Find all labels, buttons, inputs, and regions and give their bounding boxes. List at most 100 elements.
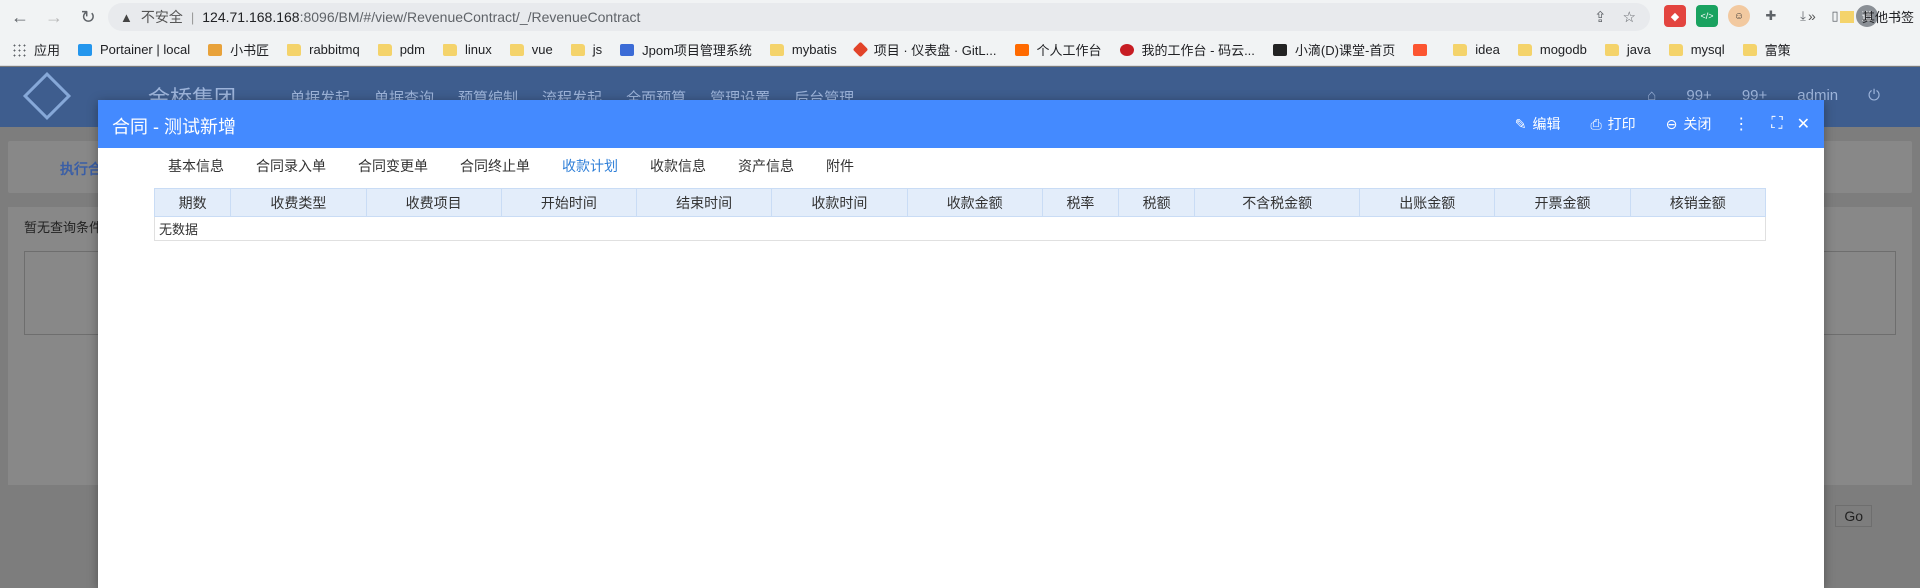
column-header[interactable]: 收费类型 — [230, 188, 367, 217]
browser-toolbar: ← → ↻ ▲ 不安全 | 124.71.168.168:8096/BM/#/v… — [0, 0, 1920, 34]
modal-header: 合同 - 测试新增 ✎ 编辑 ⎙ 打印 ⊖ 关闭 ⋮ ⛶ ✕ — [98, 100, 1824, 148]
url-text: 124.71.168.168:8096/BM/#/view/RevenueCon… — [202, 9, 640, 25]
bookmark-item[interactable]: js — [570, 42, 602, 57]
extension-code-icon[interactable]: </> — [1696, 5, 1718, 27]
empty-query-text: 暂无查询条件 — [24, 220, 103, 235]
bookmark-item[interactable]: Jpom项目管理系统 — [620, 40, 752, 59]
bookmark-item[interactable]: 我的工作台 - 码云... — [1119, 40, 1255, 59]
folder-icon — [1453, 43, 1468, 56]
bookmark-item[interactable]: mysql — [1668, 42, 1725, 57]
bookmark-label: 富策 — [1764, 43, 1791, 58]
bookmark-label: 个人工作台 — [1036, 43, 1102, 58]
url-host: 124.71.168.168 — [202, 9, 300, 25]
book-icon — [208, 43, 223, 56]
column-header[interactable]: 核销金额 — [1629, 188, 1767, 217]
bookmark-item[interactable]: mybatis — [769, 42, 837, 57]
tab-4[interactable]: 收款计划 — [562, 156, 618, 176]
insecure-label: 不安全 — [140, 9, 183, 25]
bookmark-label: java — [1626, 42, 1651, 57]
bookmark-item[interactable]: 富策 — [1742, 40, 1791, 59]
extension-red-icon[interactable]: ◆ — [1664, 5, 1686, 27]
tab-7[interactable]: 附件 — [826, 156, 854, 176]
bookmark-item[interactable]: vue — [509, 42, 553, 57]
tab-2[interactable]: 合同变更单 — [358, 156, 428, 176]
apps-icon — [12, 42, 26, 57]
other-bookmarks[interactable]: 其他书签 — [1840, 7, 1914, 26]
column-header[interactable]: 收费项目 — [365, 188, 502, 217]
bookmark-item[interactable]: idea — [1453, 42, 1500, 57]
bookmark-label: pdm — [399, 42, 425, 57]
bookmark-label: Jpom项目管理系统 — [642, 43, 752, 58]
table-header-row: 期数 收费类型 收费项目 开始时间 结束时间 收款时间 收款金额 税率 税额 不含税金额 出账金额开… — [153, 188, 1767, 217]
tab-1[interactable]: 合同录入单 — [256, 156, 326, 176]
reload-icon[interactable]: ↻ — [74, 3, 102, 31]
bookmark-item[interactable]: 项目 · 仪表盘 · GitL... — [852, 40, 997, 59]
folder-icon — [570, 43, 585, 56]
bookmark-item[interactable] — [1413, 43, 1435, 56]
column-header[interactable]: 不含税金额 — [1194, 188, 1361, 217]
expand-icon[interactable]: ⛶ — [1771, 115, 1782, 133]
bookmark-label: 小书匠 — [230, 43, 270, 58]
other-bookmarks-label: 其他书签 — [1862, 10, 1915, 25]
tab-5[interactable]: 收款信息 — [650, 156, 706, 176]
bookmark-item[interactable]: 小滴(D)课堂-首页 — [1272, 40, 1396, 59]
extension-face-icon[interactable]: ☺ — [1728, 5, 1750, 27]
bookmark-label: mogodb — [1539, 42, 1587, 57]
column-header[interactable]: 开票金额 — [1494, 188, 1631, 217]
bookmark-item[interactable]: java — [1604, 42, 1651, 57]
bookmark-item[interactable]: 个人工作台 — [1014, 40, 1102, 59]
bookmark-item[interactable]: mogodb — [1517, 42, 1587, 57]
go-button[interactable]: Go — [1835, 505, 1872, 527]
bookmark-label: 应用 — [34, 43, 61, 58]
column-header[interactable]: 收款金额 — [906, 188, 1043, 217]
close-action-button[interactable]: ⊖ 关闭 — [1666, 114, 1712, 134]
empty-data-cell: 无数据 — [154, 216, 1766, 241]
forward-icon[interactable]: → — [40, 3, 68, 31]
bookmark-item[interactable]: 小书匠 — [208, 40, 269, 59]
star-icon[interactable]: ☆ — [1623, 8, 1636, 26]
folder-icon — [377, 43, 392, 56]
folder-icon — [769, 43, 784, 56]
bookmark-label: Portainer | local — [100, 42, 191, 57]
print-label: 打印 — [1607, 116, 1636, 132]
bookmark-label: mybatis — [791, 42, 837, 57]
docker-icon — [78, 43, 93, 56]
bookmark-item[interactable]: Portainer | local — [78, 42, 190, 57]
bookmark-item[interactable]: rabbitmq — [287, 42, 360, 57]
warning-icon: ▲ — [120, 9, 133, 25]
tab-3[interactable]: 合同终止单 — [460, 156, 530, 176]
table-row: 无数据 — [154, 216, 1766, 241]
csdn-icon — [1413, 43, 1428, 56]
address-bar[interactable]: ▲ 不安全 | 124.71.168.168:8096/BM/#/view/Re… — [108, 3, 1650, 31]
edit-button[interactable]: ✎ 编辑 — [1515, 114, 1561, 134]
bookmark-item[interactable]: pdm — [377, 42, 425, 57]
column-header[interactable]: 出账金额 — [1359, 188, 1496, 217]
power-icon[interactable]: ⏻ — [1868, 87, 1880, 104]
share-icon[interactable]: ⇪ — [1594, 8, 1607, 26]
pencil-icon: ✎ — [1514, 115, 1527, 132]
column-header[interactable]: 开始时间 — [500, 188, 638, 217]
tab-0[interactable]: 基本信息 — [168, 156, 224, 176]
column-header[interactable]: 税率 — [1041, 188, 1120, 217]
folder-icon — [1517, 43, 1532, 56]
column-header[interactable]: 税额 — [1118, 188, 1196, 217]
gitee-icon — [1119, 43, 1134, 56]
back-icon[interactable]: ← — [6, 3, 34, 31]
print-button[interactable]: ⎙ 打印 — [1590, 114, 1635, 134]
puzzle-icon[interactable]: ✚ — [1760, 5, 1782, 27]
column-header[interactable]: 期数 — [153, 188, 232, 217]
bookmark-item[interactable]: 应用 — [12, 40, 60, 59]
close-icon[interactable]: ✕ — [1797, 114, 1810, 134]
tab-6[interactable]: 资产信息 — [738, 156, 794, 176]
column-header[interactable]: 收款时间 — [771, 188, 908, 217]
column-header[interactable]: 结束时间 — [636, 188, 773, 217]
minus-circle-icon: ⊖ — [1665, 115, 1678, 132]
bookmark-label: 小滴(D)课堂-首页 — [1294, 43, 1396, 58]
bookmark-label: idea — [1475, 42, 1500, 57]
more-options-icon[interactable]: ⋮ — [1733, 114, 1749, 134]
exec-tab[interactable]: 执行合 — [60, 159, 102, 179]
close-label: 关闭 — [1683, 116, 1712, 132]
bookmarks-overflow-icon[interactable]: » — [1808, 8, 1816, 24]
bookmark-item[interactable]: linux — [443, 42, 492, 57]
logo-icon — [22, 71, 72, 121]
